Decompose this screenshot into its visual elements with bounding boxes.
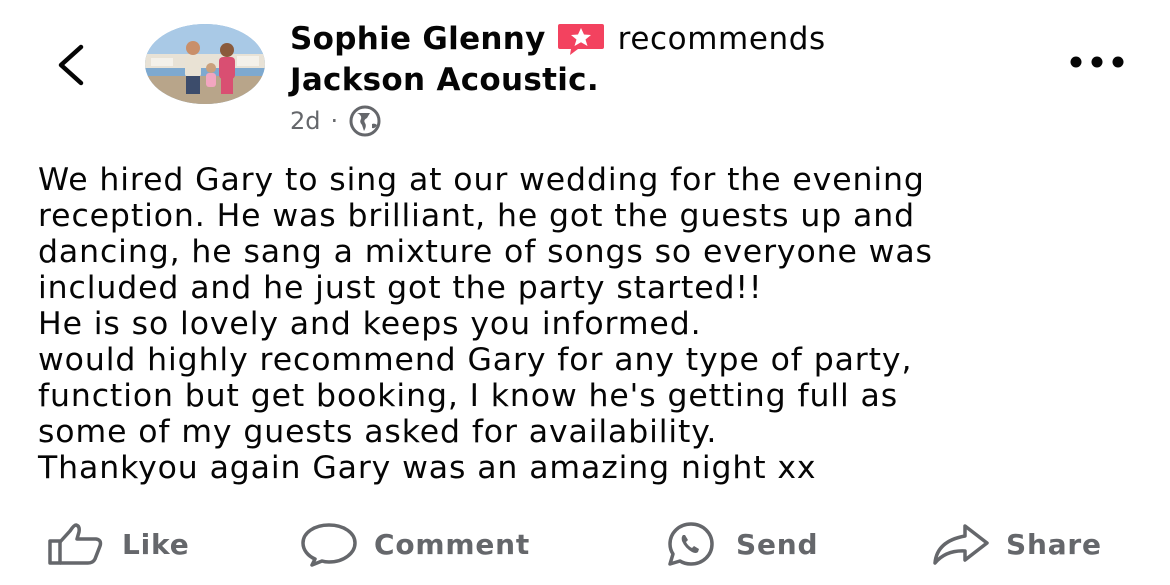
avatar-photo: [145, 24, 265, 104]
avatar[interactable]: [145, 24, 265, 104]
post-body-text: We hired Gary to sing at our wedding for…: [38, 162, 933, 486]
like-label: Like: [122, 527, 190, 561]
back-button[interactable]: [48, 40, 92, 90]
action-text: recommends: [617, 21, 826, 57]
whatsapp-icon: [668, 522, 714, 566]
share-label: Share: [1006, 527, 1102, 561]
comment-bubble-icon: [301, 523, 357, 567]
post-timestamp[interactable]: 2d: [290, 107, 321, 135]
thumbs-up-icon: [48, 523, 103, 565]
page-name-link[interactable]: Jackson Acoustic.: [290, 62, 599, 98]
comment-button[interactable]: Comment: [298, 515, 530, 573]
chevron-left-icon: [58, 44, 84, 86]
share-arrow-icon: [933, 524, 989, 565]
send-label: Send: [736, 527, 819, 561]
like-button[interactable]: Like: [46, 515, 190, 573]
post-action-bar: Like Comment Send Share: [0, 515, 1170, 573]
send-button[interactable]: Send: [660, 515, 818, 573]
share-button[interactable]: Share: [930, 515, 1102, 573]
author-name[interactable]: Sophie Glenny: [290, 21, 546, 57]
recommend-star-icon: [557, 24, 604, 55]
comment-label: Comment: [374, 527, 531, 561]
more-dots-icon: [1070, 56, 1124, 68]
more-options-button[interactable]: [1064, 44, 1130, 80]
meta-separator: ·: [330, 107, 339, 135]
globe-icon: [349, 105, 381, 137]
